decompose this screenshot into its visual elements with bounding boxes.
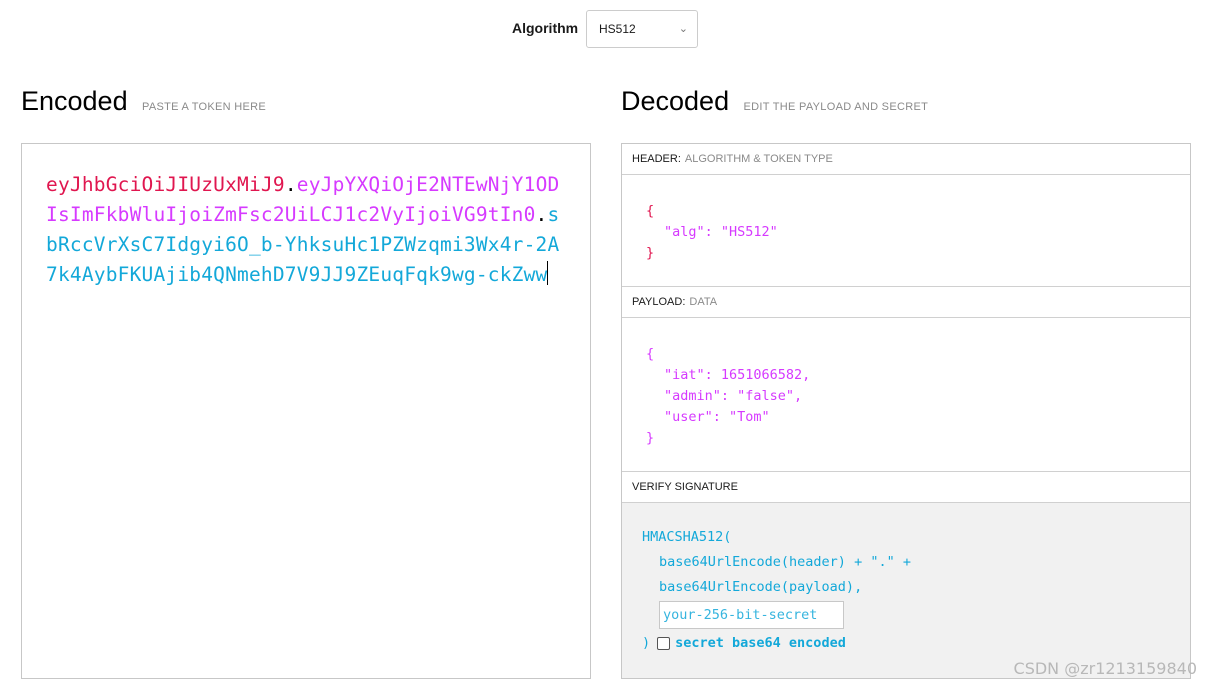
algorithm-select[interactable]: HS512 ⌄	[586, 10, 698, 48]
base64-encoded-checkbox[interactable]	[657, 637, 671, 650]
algorithm-row: Algorithm HS512 ⌄	[0, 10, 1213, 48]
secret-options-row: ) secret base64 encoded	[642, 631, 911, 656]
decoded-panel: HEADER: ALGORITHM & TOKEN TYPE { "alg": "…	[621, 143, 1191, 679]
token-dot: .	[535, 203, 548, 226]
payload-admin-line: "admin": "false",	[664, 388, 803, 404]
verify-section-heading: VERIFY SIGNATURE	[622, 472, 1190, 503]
json-open-brace: {	[646, 346, 655, 362]
header-section-label: HEADER:	[632, 153, 681, 165]
header-section-sublabel: ALGORITHM & TOKEN TYPE	[684, 153, 833, 165]
watermark: CSDN @zr1213159840	[1013, 659, 1197, 678]
decoded-heading: Decoded EDIT THE PAYLOAD AND SECRET	[621, 86, 928, 117]
decoded-subtitle: EDIT THE PAYLOAD AND SECRET	[743, 101, 929, 113]
token-header-part: eyJhbGciOiJIUzUxMiJ9	[46, 173, 285, 196]
algorithm-selected-value: HS512	[599, 22, 636, 36]
hmac-arg-header: base64UrlEncode(header) + "." +	[659, 554, 911, 570]
encoded-heading: Encoded PASTE A TOKEN HERE	[21, 86, 266, 117]
payload-section-sublabel: DATA	[689, 296, 718, 308]
verify-code: HMACSHA512( base64UrlEncode(header) + ".…	[642, 525, 911, 656]
json-open-brace: {	[646, 203, 655, 219]
payload-json-editor[interactable]: { "iat": 1651066582, "admin": "false", "…	[646, 344, 810, 449]
secret-input[interactable]	[659, 601, 844, 629]
payload-user-line: "user": "Tom"	[664, 409, 770, 425]
header-json-editor[interactable]: { "alg": "HS512" }	[646, 201, 778, 264]
payload-section-heading: PAYLOAD: DATA	[622, 287, 1190, 318]
hmac-function-close: )	[642, 635, 651, 651]
json-close-brace: }	[646, 430, 655, 446]
encoded-subtitle: PASTE A TOKEN HERE	[142, 101, 267, 113]
decoded-title: Decoded	[621, 86, 730, 116]
header-alg-line: "alg": "HS512"	[664, 224, 778, 240]
hmac-arg-payload: base64UrlEncode(payload),	[659, 579, 863, 595]
verify-section-label: VERIFY SIGNATURE	[632, 481, 738, 493]
text-cursor	[547, 261, 549, 285]
hmac-function-open: HMACSHA512(	[642, 529, 732, 545]
token-text[interactable]: eyJhbGciOiJIUzUxMiJ9.eyJpYXQiOjE2NTEwNjY…	[46, 170, 566, 290]
algorithm-label: Algorithm	[512, 20, 579, 36]
payload-section-label: PAYLOAD:	[632, 296, 686, 308]
token-dot: .	[284, 173, 297, 196]
encoded-title: Encoded	[21, 86, 128, 116]
encoded-token-editor[interactable]: eyJhbGciOiJIUzUxMiJ9.eyJpYXQiOjE2NTEwNjY…	[21, 143, 591, 679]
verify-signature-body: HMACSHA512( base64UrlEncode(header) + ".…	[622, 503, 1190, 678]
json-close-brace: }	[646, 245, 655, 261]
base64-encoded-label[interactable]: secret base64 encoded	[675, 631, 846, 656]
chevron-down-icon: ⌄	[678, 23, 688, 35]
payload-iat-line: "iat": 1651066582,	[664, 367, 811, 383]
header-section-heading: HEADER: ALGORITHM & TOKEN TYPE	[622, 144, 1190, 175]
